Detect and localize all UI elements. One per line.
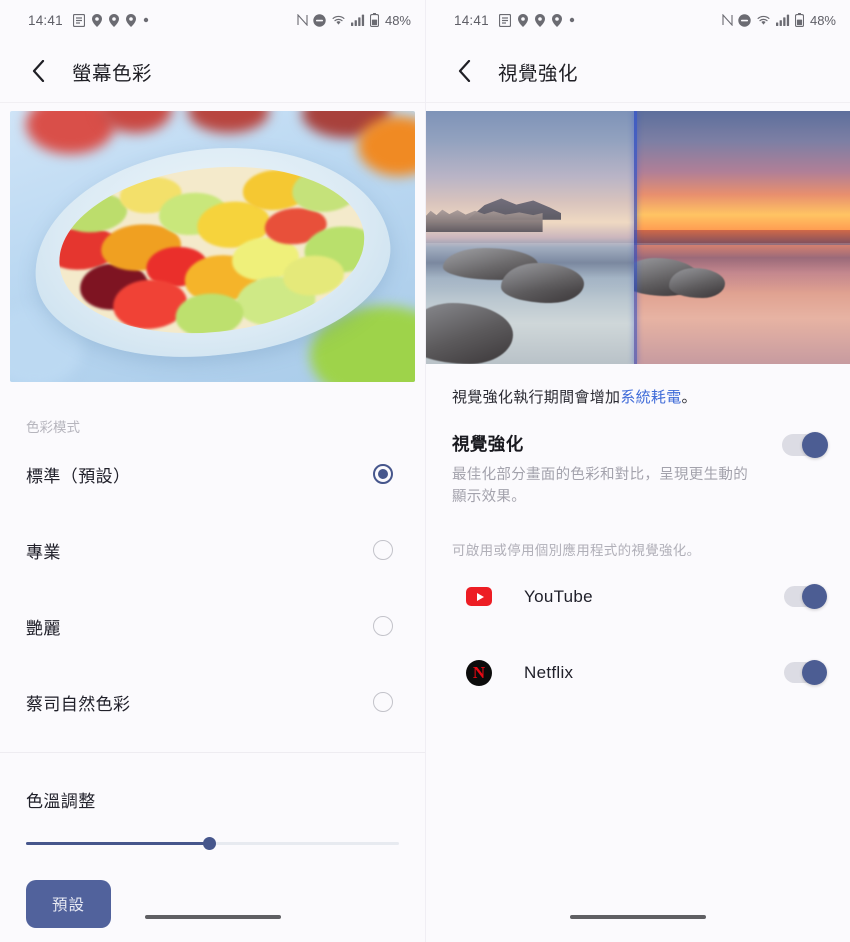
location-pin-icon [125, 13, 136, 27]
app-row-youtube[interactable]: YouTube [426, 559, 850, 635]
visual-enhancement-toggle[interactable] [782, 432, 828, 459]
visual-enhancement-preview-wrap [426, 103, 850, 364]
dot-icon [143, 17, 149, 23]
back-chevron-icon[interactable] [26, 59, 50, 83]
toggle-knob [802, 584, 827, 610]
app-bar-left: 螢幕色彩 [0, 40, 425, 102]
slider-track-fill [26, 842, 208, 845]
visual-enhancement-main-setting[interactable]: 視覺強化 最佳化部分畫面的色彩和對比，呈現更生動的顯示效果。 [426, 409, 850, 509]
radio-button-vivid[interactable] [373, 616, 393, 636]
location-pin-icon [91, 13, 102, 27]
home-indicator[interactable] [570, 915, 706, 919]
color-mode-option-standard[interactable]: 標準（預設） [0, 436, 425, 512]
seascape-comparison-preview-image [426, 111, 850, 364]
dual-screenshot-container: 14:41 48% 螢幕色彩 色彩模式 標準（預設） 專業 艷麗 蔡司自然色彩 … [0, 0, 850, 942]
nfc-icon [297, 14, 308, 26]
status-bar-left-group: 14:41 [454, 13, 722, 28]
color-mode-section-label: 色彩模式 [26, 420, 80, 435]
note-icon [72, 13, 85, 27]
wifi-icon [331, 14, 346, 26]
main-setting-title: 視覺強化 [452, 434, 524, 455]
back-chevron-icon[interactable] [452, 59, 476, 83]
status-time: 14:41 [28, 12, 63, 28]
cellular-signal-icon [775, 14, 790, 26]
note-icon [498, 13, 511, 27]
preview-split-divider [634, 111, 638, 364]
app-bar-right: 視覺強化 [426, 40, 850, 102]
note-suffix: 。 [681, 389, 697, 406]
main-setting-text: 視覺強化 最佳化部分畫面的色彩和對比，呈現更生動的顯示效果。 [452, 431, 752, 509]
power-usage-note: 視覺強化執行期間會增加系統耗電。 [426, 364, 850, 409]
page-title: 視覺強化 [498, 62, 579, 85]
do-not-disturb-icon [738, 13, 751, 27]
location-pin-icon [108, 13, 119, 27]
battery-percent-label: 48% [809, 12, 836, 28]
app-row-netflix[interactable]: N Netflix [426, 635, 850, 711]
color-temperature-title: 色溫調整 [26, 792, 96, 811]
location-pin-icon [517, 13, 528, 27]
status-bar-left-group: 14:41 [28, 13, 297, 28]
home-indicator[interactable] [144, 915, 281, 919]
page-title: 螢幕色彩 [72, 62, 153, 85]
option-label: 蔡司自然色彩 [26, 694, 131, 714]
preview-after-half [634, 111, 850, 364]
color-preview-image-wrap [0, 103, 425, 382]
color-temperature-slider[interactable] [0, 812, 425, 850]
app-name-label: YouTube [524, 586, 593, 606]
status-bar-right: 14:41 48% [426, 0, 850, 40]
color-mode-option-professional[interactable]: 專業 [0, 512, 425, 588]
nfc-icon [722, 14, 733, 26]
do-not-disturb-icon [313, 13, 326, 27]
app-name-label: Netflix [524, 662, 574, 682]
status-time: 14:41 [454, 12, 489, 28]
system-power-link[interactable]: 系統耗電 [620, 389, 681, 406]
per-app-hint: 可啟用或停用個別應用程式的視覺強化。 [452, 542, 701, 558]
status-bar-right-group: 48% [722, 13, 836, 28]
status-bar-left: 14:41 48% [0, 0, 425, 40]
youtube-icon [466, 587, 492, 607]
fruit-pile [51, 151, 374, 348]
option-label: 艷麗 [26, 618, 61, 638]
location-pin-icon [551, 13, 562, 27]
status-bar-right-group: 48% [297, 13, 411, 28]
radio-button-standard[interactable] [373, 464, 393, 484]
netflix-toggle[interactable] [784, 660, 827, 686]
screen-display-color: 14:41 48% 螢幕色彩 色彩模式 標準（預設） 專業 艷麗 蔡司自然色彩 … [0, 0, 425, 942]
color-mode-option-vivid[interactable]: 艷麗 [0, 588, 425, 664]
option-label: 專業 [26, 542, 61, 562]
main-setting-description: 最佳化部分畫面的色彩和對比，呈現更生動的顯示效果。 [452, 467, 748, 505]
screen-visual-enhancement: 14:41 48% 視覺強化 視覺強化執行期間會增加系統耗電。 視覺強化 最佳化… [425, 0, 850, 942]
radio-button-zeiss-natural[interactable] [373, 692, 393, 712]
dot-icon [569, 17, 575, 23]
preview-scene [426, 111, 850, 364]
preview-before-half [426, 111, 635, 364]
toggle-knob [802, 432, 828, 459]
toggle-knob [802, 660, 827, 686]
location-pin-icon [534, 13, 545, 27]
youtube-toggle[interactable] [784, 584, 827, 610]
battery-icon [369, 13, 379, 27]
battery-percent-label: 48% [384, 12, 411, 28]
slider-thumb[interactable] [203, 837, 216, 850]
wifi-icon [756, 14, 771, 26]
netflix-icon: N [466, 659, 492, 686]
battery-icon [794, 13, 804, 27]
option-label: 標準（預設） [26, 466, 131, 486]
fruit-salad-preview-image [10, 111, 415, 382]
color-mode-option-zeiss-natural[interactable]: 蔡司自然色彩 [0, 664, 425, 740]
note-prefix: 視覺強化執行期間會增加 [452, 389, 621, 406]
radio-button-professional[interactable] [373, 540, 393, 560]
cellular-signal-icon [350, 14, 365, 26]
reset-default-button[interactable]: 預設 [26, 880, 112, 928]
